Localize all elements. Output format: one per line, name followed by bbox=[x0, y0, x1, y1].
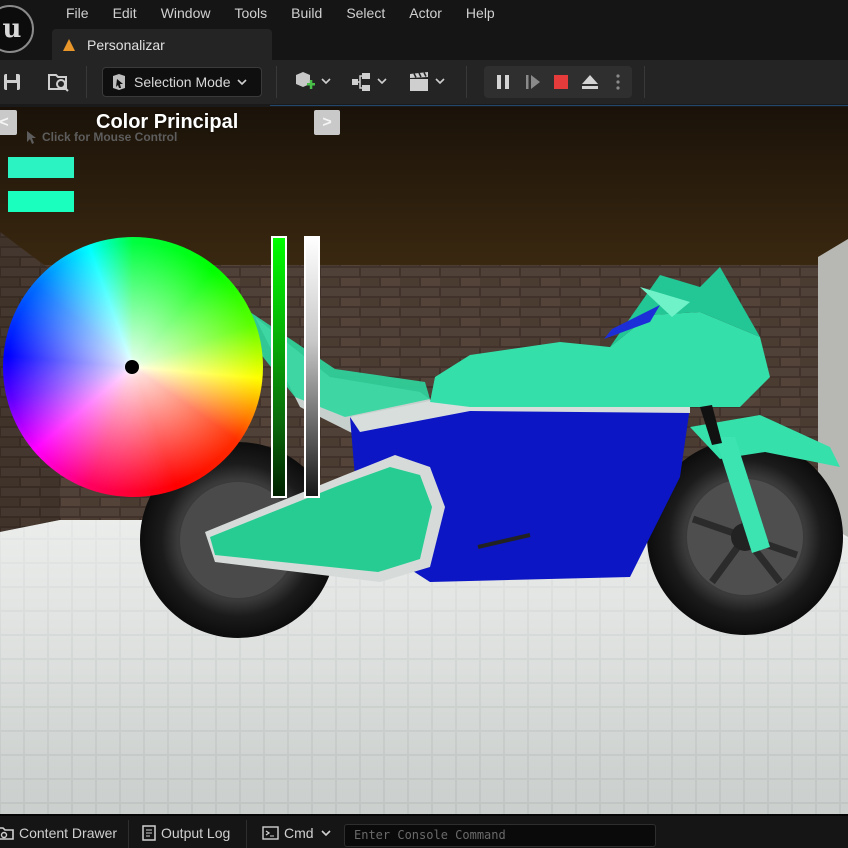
next-color-button[interactable]: > bbox=[314, 110, 340, 135]
add-actor-icon[interactable] bbox=[292, 70, 334, 94]
advance-frame-icon[interactable] bbox=[522, 71, 544, 93]
pause-icon[interactable] bbox=[492, 71, 514, 93]
terminal-icon bbox=[262, 826, 279, 840]
more-options-icon[interactable] bbox=[610, 71, 626, 93]
eject-icon[interactable] bbox=[579, 71, 601, 93]
play-controls bbox=[484, 66, 632, 98]
cursor-icon bbox=[27, 130, 36, 144]
menu-help[interactable]: Help bbox=[454, 4, 507, 22]
menu-edit[interactable]: Edit bbox=[101, 4, 149, 22]
stop-icon[interactable] bbox=[550, 71, 572, 93]
cmd-dropdown[interactable]: Cmd bbox=[262, 816, 331, 848]
status-bar: Content Drawer Output Log Cmd Enter Cons… bbox=[0, 814, 848, 848]
status-divider bbox=[246, 820, 247, 848]
alpha-slider-frame bbox=[304, 236, 320, 498]
previous-color-button[interactable]: < bbox=[0, 110, 17, 135]
status-divider bbox=[128, 820, 129, 848]
content-browse-icon[interactable] bbox=[44, 70, 72, 94]
unreal-logo-icon[interactable]: u bbox=[0, 5, 34, 53]
level-tab[interactable]: Personalizar bbox=[52, 29, 272, 60]
content-drawer-button[interactable]: Content Drawer bbox=[0, 816, 117, 848]
level-viewport[interactable]: < Color Principal > Click for Mouse Cont… bbox=[0, 107, 848, 814]
current-color-swatch bbox=[8, 157, 74, 178]
output-log-button[interactable]: Output Log bbox=[142, 816, 230, 848]
selection-mode-label: Selection Mode bbox=[134, 74, 231, 90]
selection-mode-dropdown[interactable]: Selection Mode bbox=[102, 67, 262, 97]
cinematics-icon[interactable] bbox=[408, 70, 450, 94]
preview-color-swatch bbox=[8, 191, 74, 212]
menu-tools[interactable]: Tools bbox=[222, 4, 279, 22]
toolbar-divider bbox=[644, 66, 645, 98]
main-menu: File Edit Window Tools Build Select Acto… bbox=[54, 4, 507, 22]
color-wheel-picker[interactable] bbox=[125, 360, 139, 374]
menu-select[interactable]: Select bbox=[334, 4, 397, 22]
console-command-input[interactable]: Enter Console Command bbox=[344, 824, 656, 847]
menu-build[interactable]: Build bbox=[279, 4, 334, 22]
value-slider-frame bbox=[271, 236, 287, 498]
content-drawer-label: Content Drawer bbox=[19, 825, 118, 841]
blueprint-icon[interactable] bbox=[350, 70, 392, 94]
menu-file[interactable]: File bbox=[54, 4, 101, 22]
toolbar-divider bbox=[86, 66, 87, 98]
chevron-down-icon bbox=[320, 830, 331, 837]
chevron-down-icon bbox=[236, 79, 247, 86]
selection-mode-icon bbox=[113, 74, 125, 90]
cmd-label: Cmd bbox=[284, 825, 314, 841]
level-warning-icon bbox=[63, 38, 75, 51]
output-log-label: Output Log bbox=[161, 825, 231, 841]
level-tab-label: Personalizar bbox=[87, 36, 165, 53]
menu-bar: u File Edit Window Tools Build Select Ac… bbox=[0, 0, 848, 60]
mouse-control-hint-text: Click for Mouse Control bbox=[42, 130, 178, 144]
main-toolbar: Selection Mode bbox=[0, 60, 848, 104]
toolbar-divider bbox=[466, 66, 467, 98]
toolbar-divider bbox=[276, 66, 277, 98]
menu-actor[interactable]: Actor bbox=[397, 4, 454, 22]
content-drawer-icon bbox=[0, 827, 14, 840]
save-icon[interactable] bbox=[0, 70, 24, 94]
menu-window[interactable]: Window bbox=[149, 4, 223, 22]
output-log-icon bbox=[142, 825, 156, 841]
mouse-control-hint[interactable]: Click for Mouse Control bbox=[27, 130, 177, 144]
